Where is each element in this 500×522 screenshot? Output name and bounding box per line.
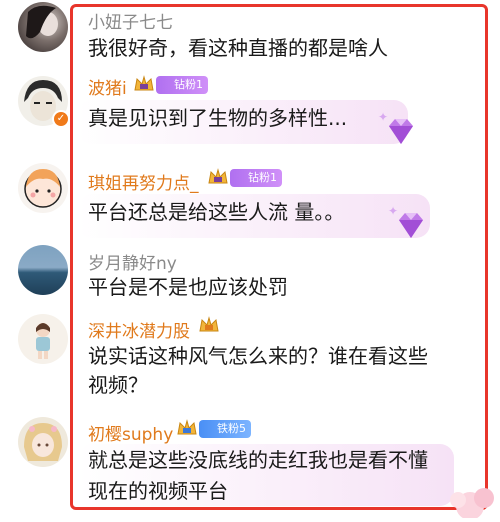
- comment-text: 就总是这些没底线的走红我也是看不懂: [88, 448, 428, 472]
- crown-icon: [207, 167, 229, 187]
- corner-decoration: [440, 478, 500, 520]
- fan-level-badge: 钻粉1: [156, 76, 208, 94]
- comment-text: 我很好奇，看这种直播的都是啥人: [88, 36, 388, 60]
- comment-username[interactable]: 小妞子七七: [88, 8, 173, 33]
- avatar-image: [36, 323, 50, 359]
- avatar[interactable]: [18, 417, 68, 467]
- crown-icon: [176, 418, 198, 438]
- diamond-gem-icon: [393, 208, 429, 244]
- fan-level-badge: 钻粉1: [230, 169, 282, 187]
- comment-text: 平台是不是也应该处罚: [88, 275, 288, 299]
- sparkle-icon: ✦: [378, 110, 389, 124]
- comment-username[interactable]: 初樱suphy: [88, 420, 173, 445]
- comment-text: 说实话这种风气怎么来的？谁在看这些: [88, 344, 428, 368]
- comment-text: 现在的视频平台: [88, 479, 228, 503]
- avatar-image: [26, 5, 58, 39]
- comment-text: 视频？: [88, 373, 148, 397]
- comment-username[interactable]: 琪姐再努力点_: [88, 169, 199, 194]
- diamond-gem-icon: [383, 114, 419, 150]
- avatar[interactable]: [18, 163, 68, 213]
- sparkle-icon: ✦: [388, 204, 399, 218]
- avatar[interactable]: [18, 2, 68, 52]
- comment-username[interactable]: 深井冰潜力股: [88, 317, 190, 342]
- avatar-image: [24, 169, 62, 208]
- crown-icon: [198, 315, 220, 335]
- avatar[interactable]: [18, 245, 68, 295]
- comment-username[interactable]: 岁月静好ny: [88, 249, 177, 274]
- comment-text: 真是见识到了生物的多样性...: [88, 106, 348, 130]
- avatar[interactable]: [18, 314, 68, 364]
- verified-badge-icon: ✓: [52, 110, 70, 128]
- avatar-image: [24, 423, 62, 461]
- comment-username[interactable]: 波猪i: [88, 74, 127, 99]
- fan-level-badge: 铁粉5: [199, 420, 251, 438]
- comment-text: 平台还总是给这些人流 量。。: [88, 200, 345, 224]
- crown-icon: [133, 74, 155, 94]
